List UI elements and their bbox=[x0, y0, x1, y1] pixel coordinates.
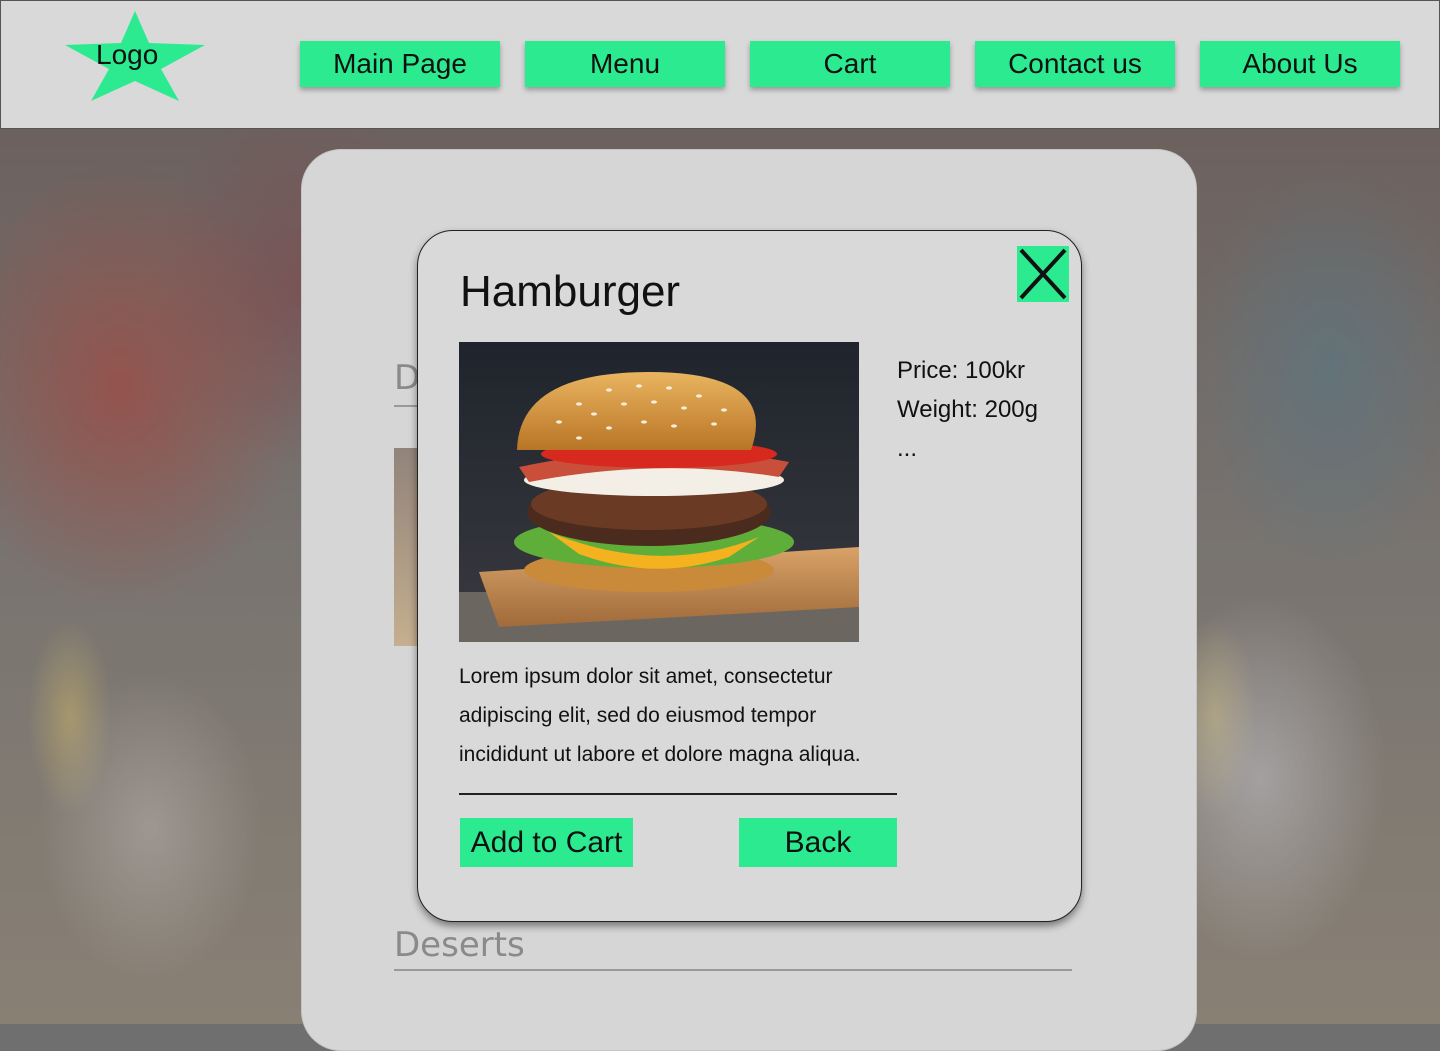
close-icon bbox=[1019, 248, 1067, 300]
hamburger-photo bbox=[459, 342, 859, 642]
nav-cart-button[interactable]: Cart bbox=[750, 41, 950, 87]
product-description: Lorem ipsum dolor sit amet, consectetur … bbox=[459, 657, 919, 774]
price-label: Price: 100kr bbox=[897, 357, 1026, 384]
description-line: Lorem ipsum dolor sit amet, consectetur bbox=[459, 665, 833, 688]
nav-main-page-button[interactable]: Main Page bbox=[300, 41, 500, 87]
add-to-cart-button[interactable]: Add to Cart bbox=[460, 818, 633, 867]
dialog-divider bbox=[459, 793, 897, 795]
product-title: Hamburger bbox=[460, 267, 681, 316]
logo[interactable]: Logo bbox=[63, 9, 209, 105]
top-header: Logo Main Page Menu Cart Contact us Abou… bbox=[0, 0, 1440, 129]
category-divider bbox=[394, 969, 1072, 971]
more-info-ellipsis: ... bbox=[897, 435, 918, 462]
nav-about-button[interactable]: About Us bbox=[1200, 41, 1400, 87]
close-button[interactable] bbox=[1017, 246, 1069, 302]
description-line: adipiscing elit, sed do eiusmod tempor bbox=[459, 704, 817, 727]
nav-contact-button[interactable]: Contact us bbox=[975, 41, 1175, 87]
back-button[interactable]: Back bbox=[739, 818, 897, 867]
description-line: incididunt ut labore et dolore magna ali… bbox=[459, 743, 861, 766]
weight-label: Weight: 200g bbox=[897, 396, 1038, 423]
logo-text: Logo bbox=[96, 39, 159, 70]
nav-menu-button[interactable]: Menu bbox=[525, 41, 725, 87]
category-heading-deserts: Deserts bbox=[394, 925, 525, 965]
product-dialog: Hamburger Price: 100kr Weight: 200g ... … bbox=[417, 230, 1082, 922]
